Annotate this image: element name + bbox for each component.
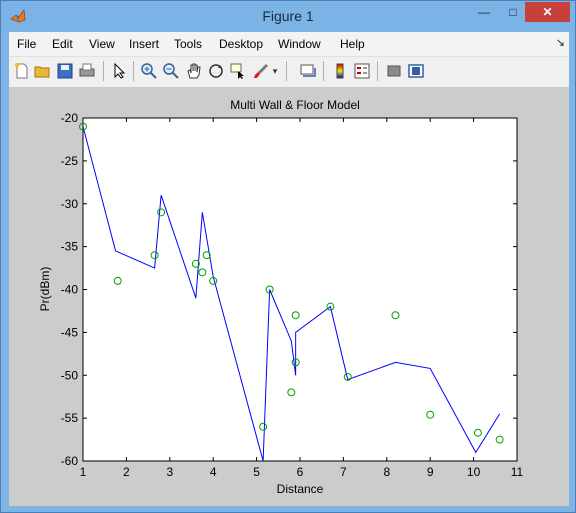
show-plot-tools-icon[interactable] (407, 62, 425, 80)
open-file-icon[interactable] (34, 62, 52, 80)
menu-window[interactable]: Window (278, 37, 321, 51)
x-tick-label: 6 (297, 465, 304, 479)
x-tick-label: 11 (511, 465, 524, 479)
y-tick-label: -40 (61, 283, 79, 297)
y-tick-label: -25 (61, 154, 79, 168)
y-tick-label: -60 (61, 454, 79, 468)
menu-insert[interactable]: Insert (129, 37, 159, 51)
toolbar-separator (103, 61, 104, 81)
pan-icon[interactable] (185, 62, 203, 80)
y-tick-label: -30 (61, 197, 79, 211)
brush-icon[interactable] (252, 62, 270, 80)
rotate-3d-icon[interactable] (207, 62, 225, 80)
print-icon[interactable] (78, 62, 96, 80)
close-button[interactable]: ✕ (525, 2, 570, 22)
x-tick-label: 9 (427, 465, 434, 479)
y-axis-label: Pr(dBm) (38, 267, 52, 312)
link-plot-icon[interactable] (299, 62, 317, 80)
menu-file[interactable]: File (17, 37, 36, 51)
toolbar-separator (323, 61, 324, 81)
new-figure-icon[interactable] (13, 62, 31, 80)
toolbar-separator (133, 61, 134, 81)
menu-bar: File Edit View Insert Tools Desktop Wind… (9, 32, 569, 56)
x-tick-label: 4 (210, 465, 217, 479)
x-tick-label: 1 (80, 465, 87, 479)
figure-client-area: File Edit View Insert Tools Desktop Wind… (9, 32, 569, 506)
zoom-out-icon[interactable] (162, 62, 180, 80)
menu-desktop[interactable]: Desktop (219, 37, 263, 51)
colorbar-icon[interactable] (331, 62, 349, 80)
x-tick-label: 10 (467, 465, 481, 479)
toolbar-separator (286, 61, 287, 81)
hide-plot-tools-icon[interactable] (385, 62, 403, 80)
maximize-button[interactable]: □ (500, 2, 526, 22)
y-tick-label: -50 (61, 368, 79, 382)
menu-tools[interactable]: Tools (174, 37, 202, 51)
x-tick-label: 3 (166, 465, 173, 479)
x-axis-label: Distance (277, 482, 324, 496)
x-tick-label: 2 (123, 465, 130, 479)
save-icon[interactable] (56, 62, 74, 80)
figure-window: Figure 1 — □ ✕ File Edit View Insert Too… (0, 0, 576, 513)
pointer-icon[interactable] (110, 62, 128, 80)
menu-edit[interactable]: Edit (52, 37, 73, 51)
plot-area: Multi Wall & Floor Model 1 2 3 4 5 6 7 8 9 10 11 -2… (9, 87, 569, 506)
chart-title: Multi Wall & Floor Model (230, 98, 360, 112)
y-tick-label: -20 (61, 111, 79, 125)
y-tick-label: -45 (61, 325, 79, 339)
y-tick-label: -55 (61, 411, 79, 425)
legend-icon[interactable] (353, 62, 371, 80)
title-bar[interactable]: Figure 1 — □ ✕ (1, 1, 575, 32)
x-tick-label: 5 (253, 465, 260, 479)
toolbar-separator (377, 61, 378, 81)
brush-dropdown-icon[interactable]: ▾ (270, 62, 280, 80)
axes-box[interactable] (82, 117, 518, 462)
minimize-button[interactable]: — (471, 2, 497, 22)
x-tick-label: 7 (340, 465, 347, 479)
data-cursor-icon[interactable] (229, 62, 247, 80)
menu-help[interactable]: Help (340, 37, 365, 51)
x-tick-label: 8 (383, 465, 390, 479)
chart-svg[interactable]: Multi Wall & Floor Model 1 2 3 4 5 6 7 8 9 10 11 -2… (9, 87, 569, 506)
dock-figure-icon[interactable]: ↘ (556, 36, 565, 49)
zoom-in-icon[interactable] (140, 62, 158, 80)
y-tick-label: -35 (61, 240, 79, 254)
menu-view[interactable]: View (89, 37, 115, 51)
figure-toolbar: ▾ (9, 56, 569, 88)
